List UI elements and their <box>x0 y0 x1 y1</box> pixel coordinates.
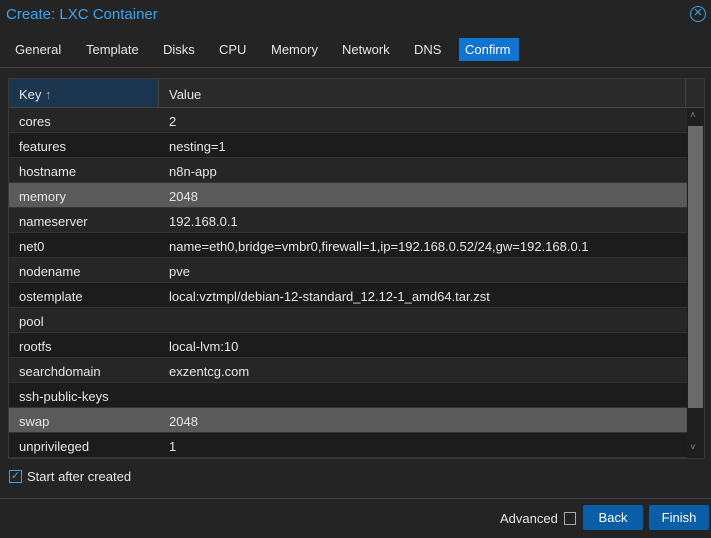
table-row[interactable]: nodename pve <box>9 258 687 283</box>
tab-network[interactable]: Network <box>336 38 396 61</box>
row-value: 2 <box>169 114 177 129</box>
row-key: cores <box>19 114 51 129</box>
row-key: swap <box>19 414 50 429</box>
tab-template[interactable]: Template <box>80 38 145 61</box>
row-key: features <box>19 139 66 154</box>
table-row[interactable]: ostemplate local:vztmpl/debian-12-standar… <box>9 283 687 308</box>
sort-ascending-icon: ↑ <box>45 87 52 102</box>
table-row[interactable]: ssh-public-keys <box>9 383 687 408</box>
table-row[interactable]: memory 2048 <box>9 183 687 208</box>
summary-grid: Key ↑ Value cores 2 features nesting=1 hostn… <box>8 78 705 459</box>
table-row[interactable]: pool <box>9 308 687 333</box>
row-value: n8n-app <box>169 164 217 179</box>
table-row[interactable]: net0 name=eth0,bridge=vmbr0,firewall=1,ip… <box>9 233 687 258</box>
scrollbar-thumb[interactable] <box>688 126 703 408</box>
table-row[interactable]: nameserver 192.168.0.1 <box>9 208 687 233</box>
tab-cpu[interactable]: CPU <box>213 38 252 61</box>
row-key: memory <box>19 189 66 204</box>
column-header-value[interactable]: Value <box>159 79 686 107</box>
advanced-checkbox[interactable] <box>564 512 576 525</box>
tab-general[interactable]: General <box>9 38 67 61</box>
row-key: rootfs <box>19 339 52 354</box>
dialog-title: Create: LXC Container <box>6 6 158 23</box>
row-value: 2048 <box>169 189 198 204</box>
row-value: 2048 <box>169 414 198 429</box>
table-row[interactable]: cores 2 <box>9 108 687 133</box>
start-after-created-label: Start after created <box>27 469 132 484</box>
table-row[interactable]: searchdomain exzentcg.com <box>9 358 687 383</box>
row-key: hostname <box>19 164 77 179</box>
row-key: nameserver <box>19 214 88 229</box>
column-header-key[interactable]: Key ↑ <box>9 79 159 107</box>
row-value: 192.168.0.1 <box>169 214 238 229</box>
row-value: local:vztmpl/debian-12-standard_12.12-1_… <box>169 289 490 304</box>
row-key: unprivileged <box>19 439 90 454</box>
row-value: pve <box>169 264 190 279</box>
tab-disks[interactable]: Disks <box>157 38 201 61</box>
table-row[interactable]: unprivileged 1 <box>9 433 687 458</box>
back-button[interactable]: Back <box>583 505 643 530</box>
table-row[interactable]: hostname n8n-app <box>9 158 687 183</box>
tab-dns[interactable]: DNS <box>408 38 447 61</box>
row-value: local-lvm:10 <box>169 339 239 354</box>
scrollbar[interactable]: ˄ ˅ <box>687 108 704 458</box>
tab-confirm[interactable]: Confirm <box>459 38 519 61</box>
table-row[interactable]: rootfs local-lvm:10 <box>9 333 687 358</box>
table-row[interactable]: swap 2048 <box>9 408 687 433</box>
row-key: net0 <box>19 239 45 254</box>
advanced-label: Advanced <box>500 511 558 526</box>
tab-memory[interactable]: Memory <box>265 38 324 61</box>
table-row[interactable]: features nesting=1 <box>9 133 687 158</box>
finish-button[interactable]: Finish <box>649 505 709 530</box>
row-value: nesting=1 <box>169 139 226 154</box>
scroll-down-icon[interactable]: ˅ <box>690 442 696 453</box>
row-key: pool <box>19 314 44 329</box>
tab-bar: General Template Disks CPU Memory Networ… <box>0 38 711 68</box>
row-key: ostemplate <box>19 289 83 304</box>
scroll-up-icon[interactable]: ˄ <box>690 110 696 121</box>
row-key: ssh-public-keys <box>19 389 109 404</box>
row-key: nodename <box>19 264 81 279</box>
row-value: name=eth0,bridge=vmbr0,firewall=1,ip=192… <box>169 239 589 254</box>
close-icon[interactable]: ✕ <box>690 6 706 22</box>
row-key: searchdomain <box>19 364 101 379</box>
start-after-created-checkbox[interactable]: ✓ <box>9 470 22 483</box>
row-value: 1 <box>169 439 177 454</box>
row-value: exzentcg.com <box>169 364 250 379</box>
